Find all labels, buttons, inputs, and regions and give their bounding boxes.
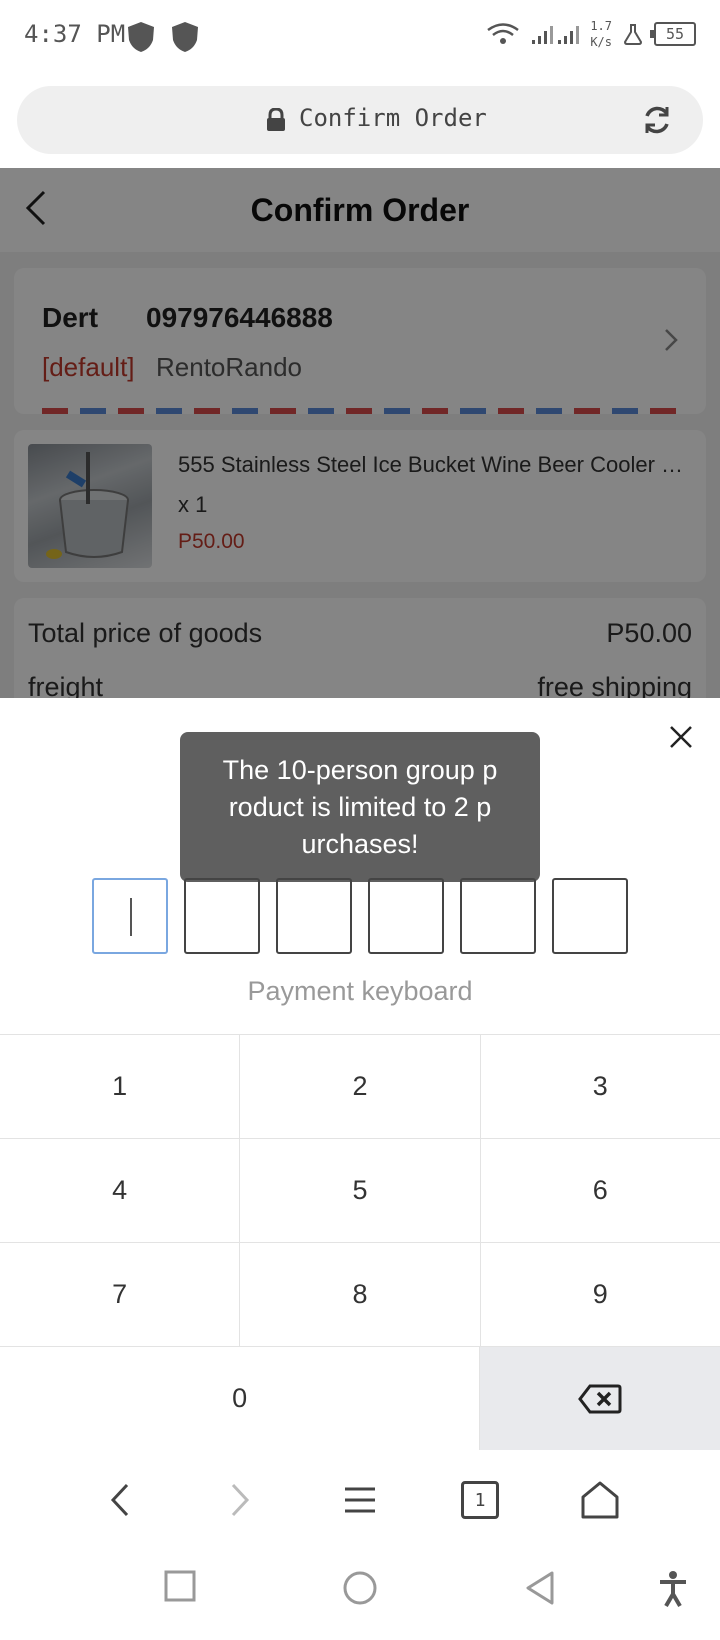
- pin-box[interactable]: [368, 878, 444, 954]
- browser-home-button[interactable]: [578, 1478, 622, 1522]
- tab-count: 1: [461, 1481, 499, 1519]
- wifi-icon: [487, 23, 520, 44]
- speed-value: 1.7: [590, 19, 612, 33]
- battery-indicator: 55: [650, 22, 696, 46]
- payment-sheet: 5 0 The 10-person group p roduct is limit…: [0, 698, 720, 1451]
- recents-icon[interactable]: [164, 1570, 196, 1602]
- chevron-right-icon: [231, 1483, 250, 1517]
- key-5[interactable]: 5: [240, 1139, 481, 1242]
- chevron-left-icon: [110, 1483, 129, 1517]
- system-navigation: [0, 1546, 720, 1640]
- toast-message: The 10-person group p roduct is limited …: [180, 732, 540, 882]
- text-caret: [130, 898, 132, 936]
- pin-box[interactable]: [552, 878, 628, 954]
- back-triangle-icon[interactable]: [524, 1570, 556, 1606]
- backspace-key[interactable]: [480, 1347, 720, 1450]
- home-icon: [581, 1481, 619, 1519]
- refresh-icon[interactable]: [641, 104, 673, 136]
- home-circle-icon[interactable]: [342, 1570, 378, 1606]
- key-6[interactable]: 6: [481, 1139, 720, 1242]
- pin-box[interactable]: [184, 878, 260, 954]
- backspace-icon: [578, 1384, 622, 1413]
- pin-box[interactable]: [276, 878, 352, 954]
- browser-menu-button[interactable]: [338, 1478, 382, 1522]
- url-title: Confirm Order: [299, 104, 487, 132]
- key-7[interactable]: 7: [0, 1243, 241, 1346]
- key-1[interactable]: 1: [0, 1035, 241, 1138]
- url-bar[interactable]: Confirm Order: [17, 86, 703, 154]
- browser-toolbar: 1: [0, 1450, 720, 1546]
- network-speed: 1.7 K/s: [590, 18, 612, 50]
- key-0[interactable]: 0: [0, 1347, 481, 1450]
- close-icon[interactable]: [668, 724, 694, 750]
- signal-icon: [532, 26, 580, 44]
- menu-icon: [345, 1487, 375, 1513]
- numeric-keypad: 1 2 3 4 5 6 7 8 9 0: [0, 1034, 720, 1451]
- key-3[interactable]: 3: [481, 1035, 720, 1138]
- pin-box[interactable]: [92, 878, 168, 954]
- browser-forward-button[interactable]: [218, 1478, 262, 1522]
- key-2[interactable]: 2: [240, 1035, 481, 1138]
- shield-icon: [128, 22, 154, 52]
- lock-icon: [267, 108, 285, 131]
- key-9[interactable]: 9: [481, 1243, 720, 1346]
- shield-icon: [172, 22, 198, 52]
- key-8[interactable]: 8: [240, 1243, 481, 1346]
- browser-tabs-button[interactable]: 1: [458, 1478, 502, 1522]
- pin-box[interactable]: [460, 878, 536, 954]
- status-bar: 4:37 PM 1.7 K/s 55: [0, 0, 720, 76]
- pin-input[interactable]: [92, 878, 628, 954]
- browser-back-button[interactable]: [98, 1478, 142, 1522]
- accessibility-icon[interactable]: [658, 1570, 688, 1608]
- modal-overlay[interactable]: [0, 168, 720, 698]
- speed-unit: K/s: [590, 35, 612, 49]
- status-time: 4:37 PM: [24, 20, 126, 48]
- flask-icon: [623, 24, 643, 45]
- payment-keyboard-label: Payment keyboard: [247, 976, 473, 1006]
- key-4[interactable]: 4: [0, 1139, 241, 1242]
